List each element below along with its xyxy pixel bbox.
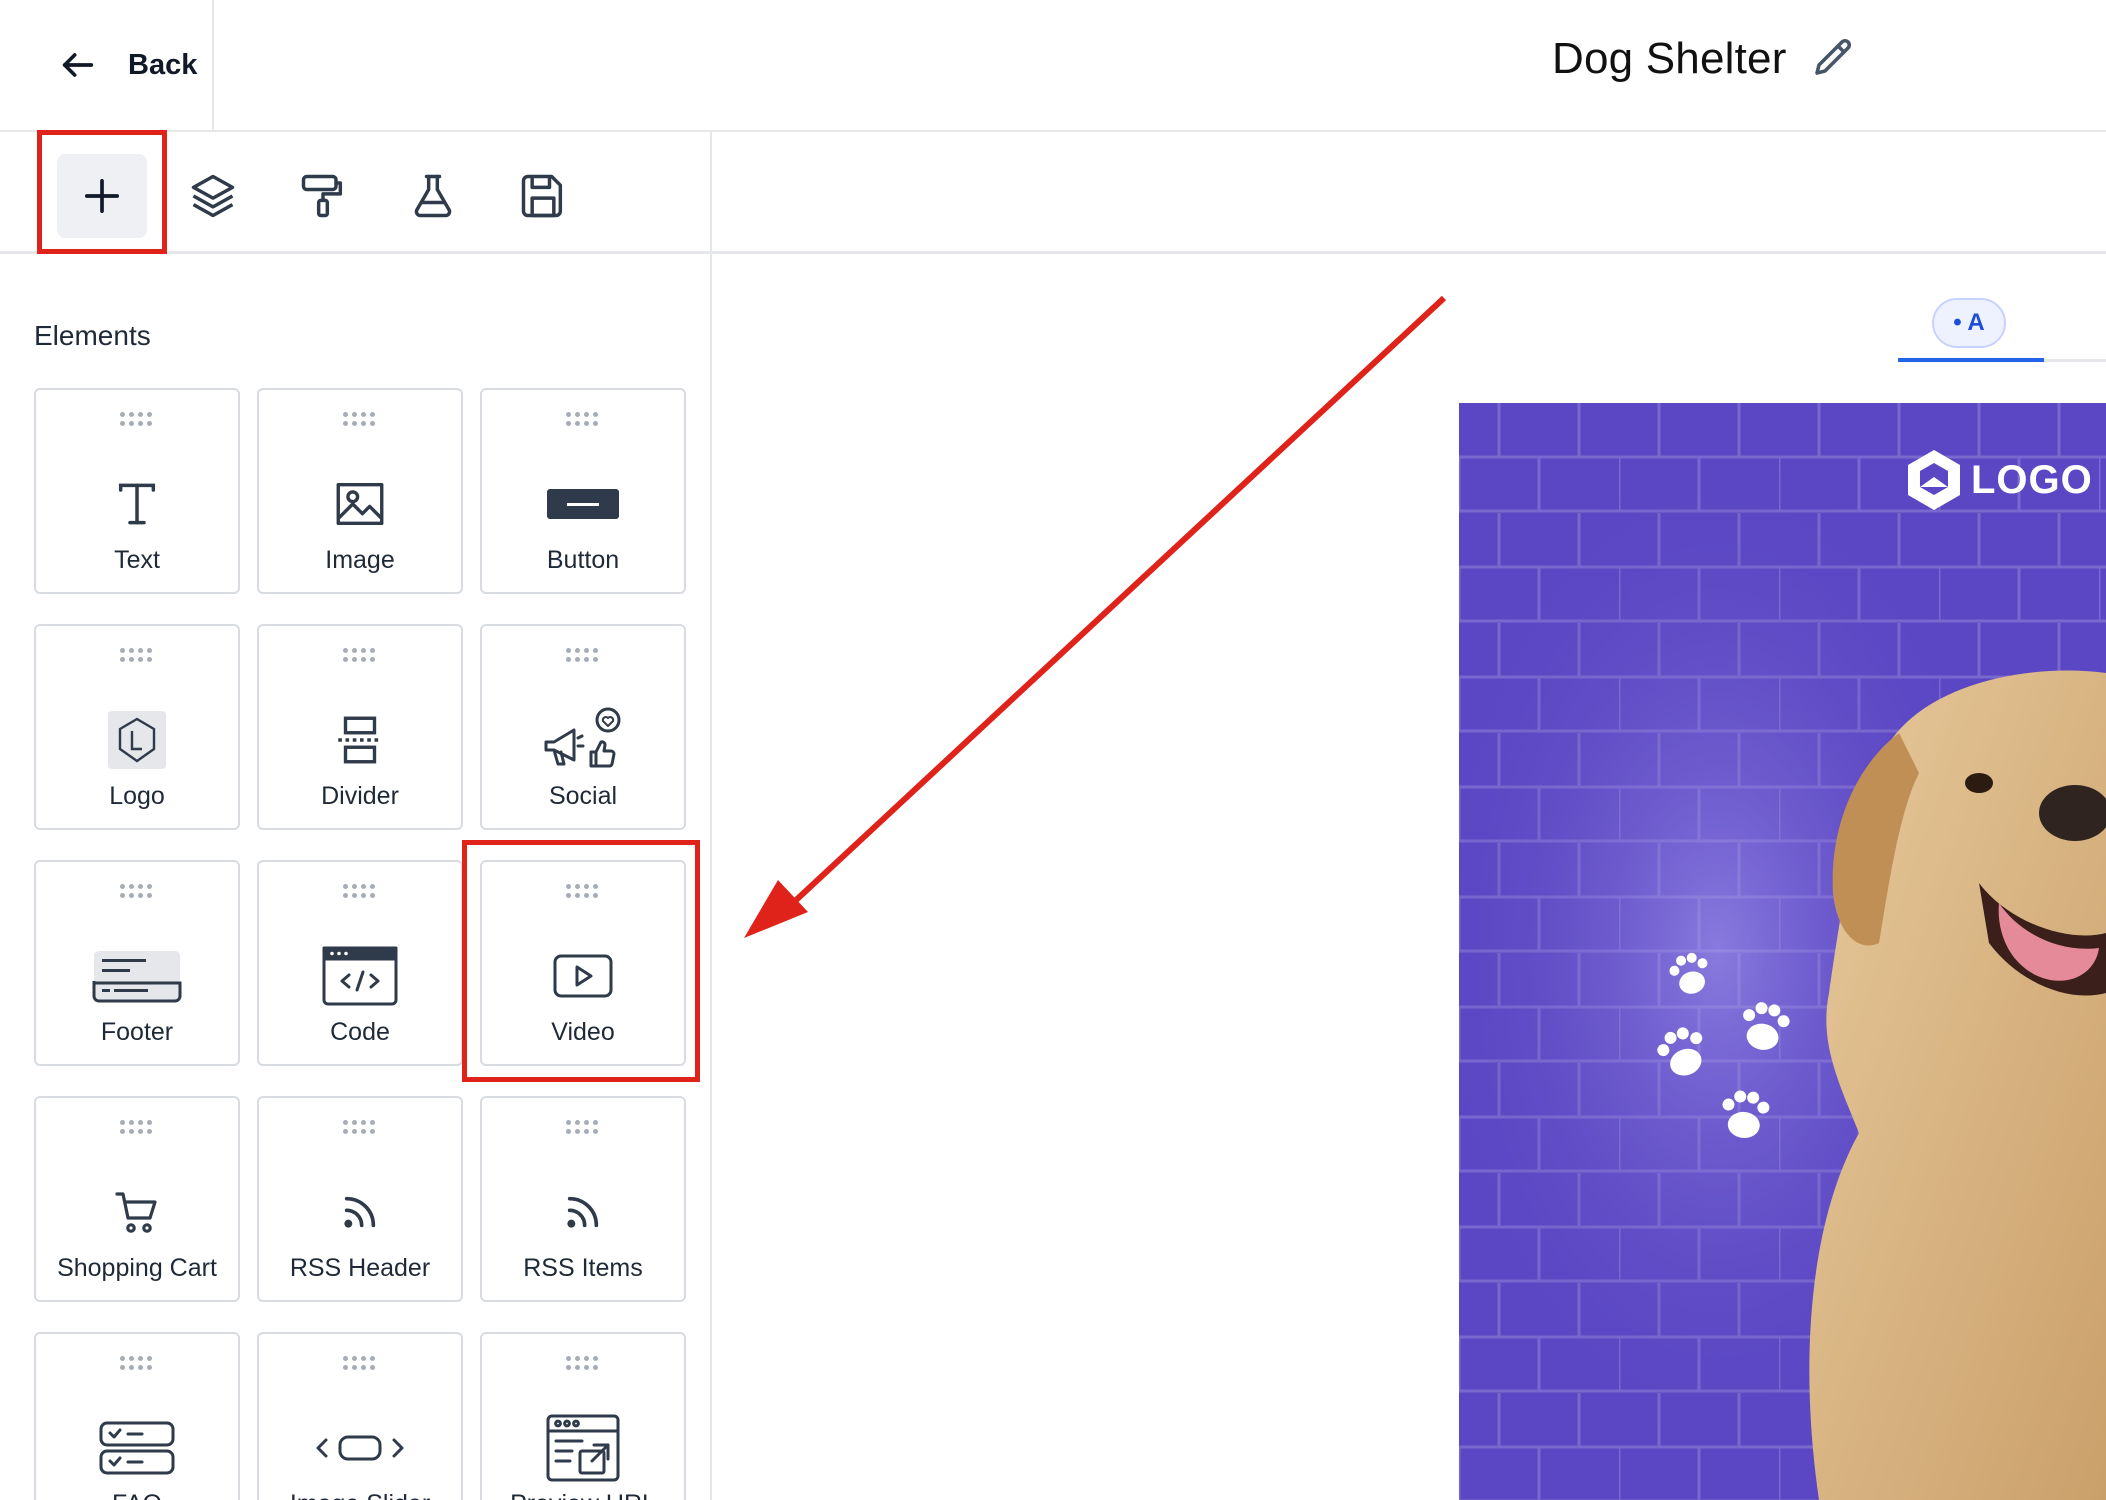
drag-handle-icon[interactable] — [343, 884, 377, 898]
element-card-code[interactable]: Code — [257, 860, 463, 1066]
element-card-video[interactable]: Video — [480, 860, 686, 1066]
elements-panel: Elements Text Image Button Logo Divider — [0, 254, 712, 1500]
element-label: Text — [114, 546, 160, 574]
panel-heading: Elements — [34, 320, 151, 351]
active-tab-indicator — [1898, 358, 2044, 362]
element-card-rss-header[interactable]: RSS Header — [257, 1096, 463, 1302]
element-card-shopping-cart[interactable]: Shopping Cart — [34, 1096, 240, 1302]
plus-icon — [84, 178, 120, 214]
element-card-divider[interactable]: Divider — [257, 624, 463, 830]
element-label: Image Slider — [259, 1490, 461, 1500]
element-card-button[interactable]: Button — [480, 388, 686, 594]
element-label: Image — [325, 546, 395, 574]
drag-handle-icon[interactable] — [566, 648, 600, 662]
logo-icon — [108, 711, 166, 769]
shopping-cart-icon — [115, 1192, 157, 1233]
add-elements-button[interactable] — [57, 154, 147, 238]
element-card-image-slider[interactable]: Image Slider — [257, 1332, 463, 1500]
pencil-icon[interactable] — [1809, 35, 1857, 83]
preview-logo: LOGO — [1903, 447, 2093, 513]
dog-photo — [1809, 670, 2106, 1500]
element-label: Code — [330, 1018, 390, 1046]
element-card-social[interactable]: Social — [480, 624, 686, 830]
toolbar-area — [712, 132, 2106, 254]
back-label: Back — [128, 48, 198, 81]
element-card-footer[interactable]: Footer — [34, 860, 240, 1066]
element-label: Preview URL — [482, 1490, 684, 1500]
text-icon — [118, 483, 156, 525]
video-icon — [553, 954, 613, 998]
image-slider-icon — [316, 1435, 404, 1461]
logo-icon — [1908, 450, 1960, 510]
element-label: RSS Header — [289, 1254, 431, 1282]
element-label: Logo — [109, 782, 165, 810]
element-label: Video — [551, 1018, 615, 1046]
button-icon — [547, 489, 619, 519]
top-bar: Back Dog Shelter — [0, 0, 2106, 132]
layers-button[interactable] — [168, 154, 258, 238]
element-label: Footer — [100, 1018, 174, 1046]
faq-icon — [99, 1421, 175, 1475]
drag-handle-icon[interactable] — [566, 1356, 600, 1370]
layers-icon — [191, 174, 235, 218]
drag-handle-icon[interactable] — [343, 648, 377, 662]
element-label: Button — [546, 546, 620, 574]
drag-handle-icon[interactable] — [120, 1356, 154, 1370]
drag-handle-icon[interactable] — [120, 648, 154, 662]
drag-handle-icon[interactable] — [566, 412, 600, 426]
page-title: Dog Shelter — [1552, 34, 1857, 84]
drag-handle-icon[interactable] — [120, 1120, 154, 1134]
flask-icon — [414, 174, 452, 218]
element-label: Divider — [321, 782, 399, 810]
element-card-faq[interactable]: FAQ — [34, 1332, 240, 1500]
element-label: FAQ — [36, 1490, 238, 1500]
tab-track — [2044, 359, 2106, 362]
drag-handle-icon[interactable] — [343, 1356, 377, 1370]
preview-logo-text: LOGO — [1971, 457, 2093, 502]
social-icon — [544, 707, 621, 768]
template-name: Dog Shelter — [1552, 34, 1787, 83]
element-card-image[interactable]: Image — [257, 388, 463, 594]
arrow-left-icon — [62, 53, 94, 77]
element-card-text[interactable]: Text — [34, 388, 240, 594]
editor-toolbar — [0, 132, 712, 254]
variant-tab-a[interactable]: • A — [1932, 298, 2006, 348]
drag-handle-icon[interactable] — [120, 884, 154, 898]
code-icon — [322, 946, 398, 1006]
paint-roller-icon — [301, 174, 343, 218]
back-button[interactable]: Back — [0, 0, 214, 130]
drag-handle-icon[interactable] — [120, 412, 154, 426]
element-label: Shopping Cart — [57, 1254, 217, 1282]
element-card-logo[interactable]: Logo — [34, 624, 240, 830]
rss-icon — [344, 1196, 376, 1228]
drag-handle-icon[interactable] — [343, 1120, 377, 1134]
rss-icon — [567, 1196, 599, 1228]
preview-url-icon — [546, 1414, 620, 1482]
divider-icon — [338, 716, 382, 764]
drag-handle-icon[interactable] — [343, 412, 377, 426]
element-label: RSS Items — [523, 1254, 643, 1282]
element-card-rss-items[interactable]: RSS Items — [480, 1096, 686, 1302]
styles-button[interactable] — [278, 154, 368, 238]
save-button[interactable] — [498, 154, 588, 238]
save-icon — [521, 174, 563, 218]
test-button[interactable] — [388, 154, 478, 238]
element-label: Social — [548, 782, 618, 810]
image-icon — [336, 482, 384, 526]
drag-handle-icon[interactable] — [566, 1120, 600, 1134]
footer-icon — [92, 951, 182, 1003]
drag-handle-icon[interactable] — [566, 884, 600, 898]
element-card-preview-url[interactable]: Preview URL — [480, 1332, 686, 1500]
email-preview[interactable]: LOGO — [1459, 403, 2106, 1500]
